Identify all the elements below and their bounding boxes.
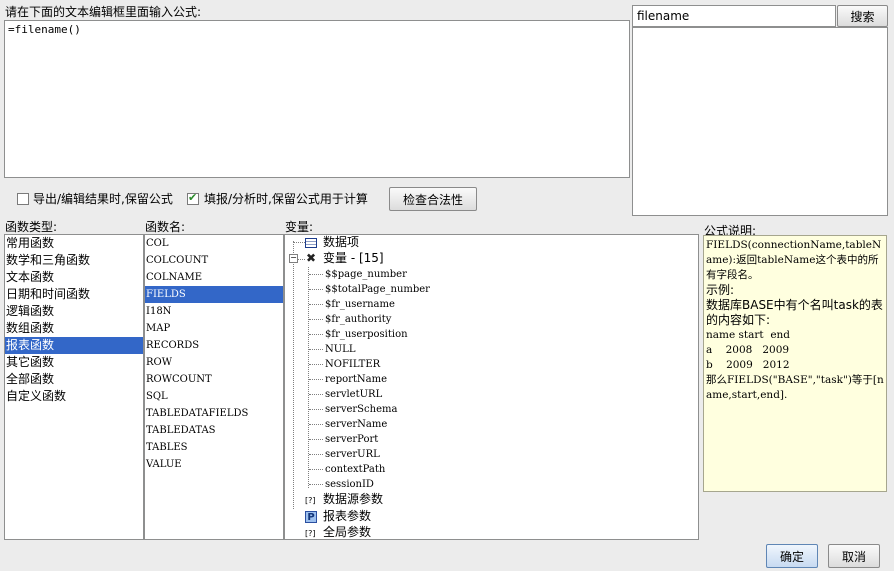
cancel-button[interactable]: 取消 — [828, 544, 880, 568]
ok-button[interactable]: 确定 — [766, 544, 818, 568]
function-name-item[interactable]: TABLEDATAS — [145, 422, 283, 439]
function-name-item[interactable]: VALUE — [145, 456, 283, 473]
function-types-header: 函数类型: — [5, 220, 58, 234]
variable-item[interactable]: NULL — [325, 342, 355, 357]
keep-formula-on-fill-label: 填报/分析时,保留公式用于计算 — [204, 192, 368, 206]
function-types-list: 常用函数 数学和三角函数 文本函数 日期和时间函数 逻辑函数 数组函数 报表函数 其它函数 全部… — [5, 235, 143, 539]
function-name-item[interactable]: ROW — [145, 354, 283, 371]
tree-node-data-item[interactable]: 数据项 — [305, 235, 359, 250]
variable-item[interactable]: serverURL — [325, 447, 380, 462]
variable-item[interactable]: $fr_username — [325, 297, 395, 312]
keep-formula-on-export-label: 导出/编辑结果时,保留公式 — [33, 192, 173, 206]
variable-item[interactable]: serverName — [325, 417, 387, 432]
check-validity-button[interactable]: 检查合法性 — [389, 187, 477, 211]
function-name-item[interactable]: MAP — [145, 320, 283, 337]
function-name-item[interactable]: ROWCOUNT — [145, 371, 283, 388]
function-type-item[interactable]: 其它函数 — [5, 354, 143, 371]
variable-item[interactable]: $fr_authority — [325, 312, 391, 327]
variables-tree: 数据项 − ✖ 变量 - [15] $$page_number $$totalPag… — [284, 234, 699, 540]
parameter-icon: [?] — [305, 496, 316, 505]
function-name-item[interactable]: SQL — [145, 388, 283, 405]
variables-header: 变量: — [285, 220, 314, 234]
description-signature: FIELDS(connectionName,tableName):返回table… — [706, 239, 882, 281]
function-type-item[interactable]: 自定义函数 — [5, 388, 143, 405]
search-results-list[interactable] — [632, 27, 888, 216]
keep-formula-on-fill-checkbox[interactable] — [187, 191, 199, 205]
function-name-item[interactable]: COL — [145, 235, 283, 252]
variable-item[interactable]: $$totalPage_number — [325, 282, 430, 297]
function-name-item[interactable]: FIELDS — [145, 286, 283, 303]
variable-item[interactable]: $$page_number — [325, 267, 407, 282]
function-names-header: 函数名: — [145, 220, 186, 234]
function-type-item[interactable]: 数学和三角函数 — [5, 252, 143, 269]
variable-item[interactable]: servletURL — [325, 387, 382, 402]
function-type-item[interactable]: 文本函数 — [5, 269, 143, 286]
variable-item[interactable]: serverPort — [325, 432, 378, 447]
function-name-item[interactable]: TABLES — [145, 439, 283, 456]
collapse-toggle-icon[interactable]: − — [289, 254, 298, 263]
search-input[interactable] — [632, 5, 836, 27]
description-example-text: 数据库BASE中有个名叫task的表的内容如下: — [706, 298, 883, 327]
description-table-header: name start end — [706, 329, 791, 341]
report-parameter-icon: P — [305, 510, 317, 523]
variable-item[interactable]: serverSchema — [325, 402, 397, 417]
description-conclusion: 那么FIELDS("BASE","task")等于[name,start,end… — [706, 374, 884, 401]
variable-icon: ✖ — [305, 251, 317, 265]
function-name-item[interactable]: RECORDS — [145, 337, 283, 354]
search-button[interactable]: 搜索 — [837, 5, 888, 27]
data-item-icon — [305, 237, 317, 248]
variable-item[interactable]: contextPath — [325, 462, 385, 477]
function-type-item[interactable]: 日期和时间函数 — [5, 286, 143, 303]
formula-editor[interactable] — [4, 20, 630, 178]
function-name-item[interactable]: COLNAME — [145, 269, 283, 286]
function-names-list: COL COLCOUNT COLNAME FIELDS I18N MAP RECORDS RO… — [145, 235, 283, 539]
variable-item[interactable]: sessionID — [325, 477, 374, 492]
formula-description: FIELDS(connectionName,tableName):返回table… — [703, 235, 887, 492]
function-name-item[interactable]: COLCOUNT — [145, 252, 283, 269]
tree-node-report-params[interactable]: P 报表参数 — [305, 509, 371, 524]
tree-node-datasource-params[interactable]: [?] 数据源参数 — [305, 492, 383, 507]
function-name-item[interactable]: I18N — [145, 303, 283, 320]
function-type-item[interactable]: 全部函数 — [5, 371, 143, 388]
function-type-item[interactable]: 常用函数 — [5, 235, 143, 252]
function-name-item[interactable]: TABLEDATAFIELDS — [145, 405, 283, 422]
variable-item[interactable]: NOFILTER — [325, 357, 380, 372]
variable-item[interactable]: $fr_userposition — [325, 327, 408, 342]
tree-node-global-params[interactable]: [?] 全局参数 — [305, 525, 371, 539]
editor-prompt-label: 请在下面的文本编辑框里面输入公式: — [5, 5, 202, 19]
function-type-item[interactable]: 数组函数 — [5, 320, 143, 337]
variable-item[interactable]: reportName — [325, 372, 387, 387]
function-type-item[interactable]: 报表函数 — [5, 337, 143, 354]
function-type-item[interactable]: 逻辑函数 — [5, 303, 143, 320]
description-table-row: b 2009 2012 — [706, 359, 790, 371]
keep-formula-on-export-checkbox[interactable] — [17, 193, 29, 205]
description-example-label: 示例: — [706, 283, 735, 297]
description-table-row: a 2008 2009 — [706, 344, 790, 356]
tree-node-variables[interactable]: ✖ 变量 - [15] — [305, 251, 384, 266]
global-parameter-icon: [?] — [305, 529, 316, 538]
